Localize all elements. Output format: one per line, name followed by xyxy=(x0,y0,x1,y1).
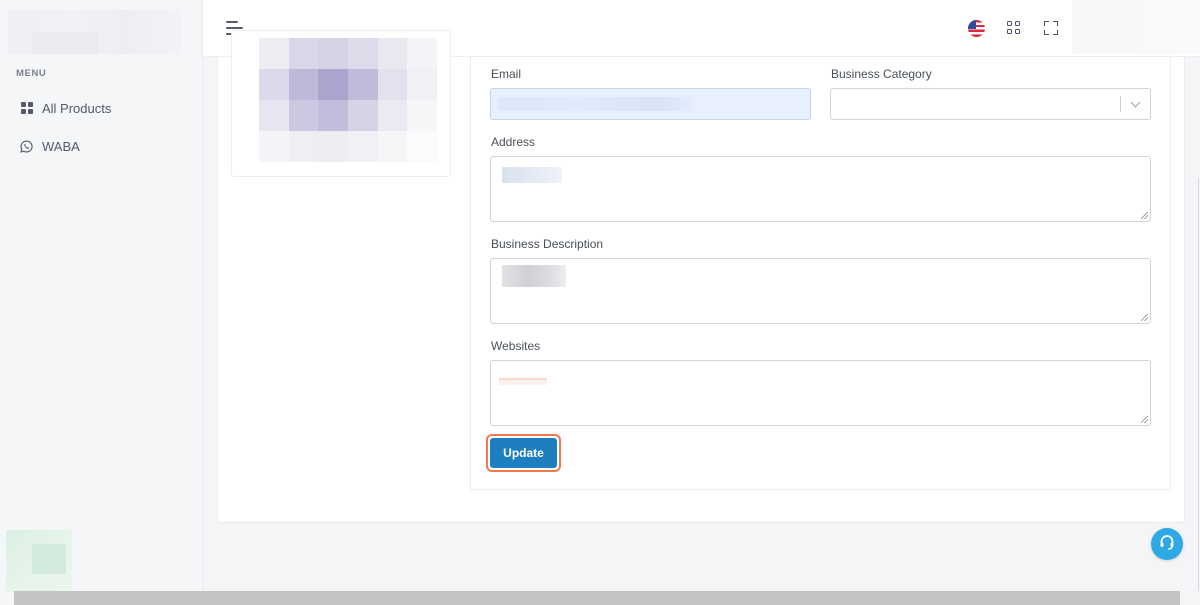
sidebar-item-label: All Products xyxy=(42,100,112,116)
websites-value xyxy=(499,371,547,385)
email-label: Email xyxy=(491,67,522,81)
sidebar-footer-image xyxy=(6,530,72,592)
whatsapp-icon xyxy=(20,139,33,153)
horizontal-scrollbar[interactable] xyxy=(14,591,1180,605)
business-description-label: Business Description xyxy=(491,237,604,251)
support-chat-button[interactable] xyxy=(1151,528,1183,560)
headset-icon xyxy=(1158,533,1176,556)
email-field[interactable] xyxy=(490,88,811,120)
websites-textarea[interactable] xyxy=(490,360,1151,426)
grid-icon xyxy=(20,102,33,115)
address-value xyxy=(502,167,562,183)
fullscreen-icon[interactable] xyxy=(1044,21,1058,35)
apps-icon[interactable] xyxy=(1007,21,1021,35)
vertical-divider xyxy=(1198,178,1199,591)
select-separator xyxy=(1120,96,1121,112)
business-description-textarea[interactable] xyxy=(490,258,1151,324)
sidebar-item-label: WABA xyxy=(42,138,80,154)
resize-handle[interactable] xyxy=(1141,416,1148,423)
business-category-select[interactable] xyxy=(830,88,1151,120)
us-flag-icon[interactable] xyxy=(968,20,985,37)
profile-image[interactable] xyxy=(259,38,437,162)
user-profile[interactable] xyxy=(1072,0,1200,54)
resize-handle[interactable] xyxy=(1141,314,1148,321)
update-button[interactable]: Update xyxy=(486,434,561,472)
logo[interactable] xyxy=(8,10,182,54)
resize-handle[interactable] xyxy=(1141,212,1148,219)
menu-title: MENU xyxy=(16,68,47,79)
update-button-label: Update xyxy=(490,438,557,468)
address-textarea[interactable] xyxy=(490,156,1151,222)
sidebar: MENU All Products WABA xyxy=(0,0,203,605)
address-label: Address xyxy=(491,135,536,149)
email-value xyxy=(499,97,695,111)
business-category-label: Business Category xyxy=(831,67,932,81)
chevron-down-icon[interactable] xyxy=(1130,97,1141,108)
sidebar-item-waba[interactable]: WABA xyxy=(20,134,80,158)
sidebar-item-all-products[interactable]: All Products xyxy=(20,96,111,120)
business-description-value xyxy=(502,265,566,287)
websites-label: Websites xyxy=(491,339,541,353)
